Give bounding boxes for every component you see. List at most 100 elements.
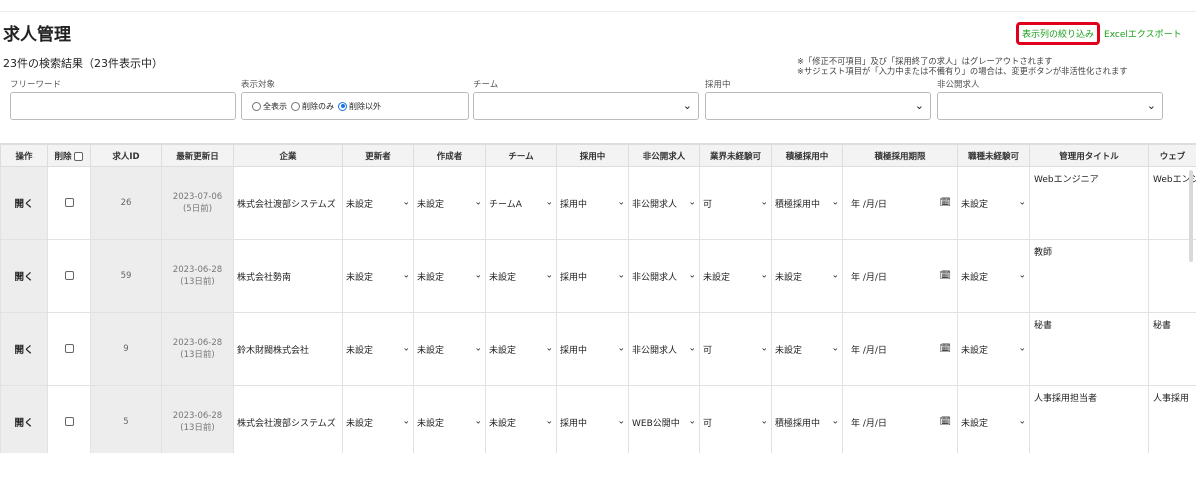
note-line: ※「修正不可項目」及び「採用終了の求人」はグレーアウトされます [797,56,1053,66]
team-cell-select[interactable]: チームA ⌄ [485,166,557,240]
radio-circle-icon [291,101,300,111]
delete-checkbox[interactable] [64,198,74,207]
private-cell-select[interactable]: 非公開求人 ⌄ [628,239,700,313]
team-label: チーム [473,80,499,90]
chevron-down-icon: ⌄ [402,416,410,427]
mgmt-title[interactable]: 人事採用担当者 [1029,385,1149,453]
top-divider [0,11,1196,12]
updater-select[interactable]: 未設定 ⌄ [342,239,414,313]
active-cell-select[interactable]: 積極採用中 ⌄ [771,166,843,240]
job-cell-select[interactable]: 未設定 ⌄ [957,385,1030,453]
open-button[interactable]: 開く [0,312,48,386]
radio-all[interactable]: 全表示 [252,101,287,112]
deadline-date-input[interactable]: 年 /月/日 🗓 [842,239,958,313]
industry-cell-select[interactable]: 未設定 ⌄ [699,239,772,313]
delete-cell [47,239,91,313]
active-cell-select[interactable]: 未設定 ⌄ [771,312,843,386]
note-line: ※サジェスト項目が「入力中または不備有り」の場合は、変更ボタンが非活性化されます [797,66,1128,76]
chevron-down-icon: ⌄ [760,197,768,208]
web-title[interactable]: 秘書 [1148,312,1196,386]
open-button[interactable]: 開く [0,239,48,313]
radio-exclude-deleted[interactable]: 削除以外 [338,101,381,112]
col-header: 求人ID [90,144,162,167]
delete-checkbox[interactable] [64,271,74,280]
mgmt-title[interactable]: 秘書 [1029,312,1149,386]
chevron-down-icon: ⌄ [474,197,482,208]
freeword-input[interactable] [10,92,236,120]
team-cell-select[interactable]: 未設定 ⌄ [485,239,557,313]
table-row: 開く 5 2023-06-28 (13日前) 株式会社渡部システムズ 未設定 ⌄ 未… [0,385,1196,453]
hiring-select[interactable]: ⌄ [705,92,931,120]
excel-export-link[interactable]: Excelエクスポート [1104,27,1182,40]
team-cell-select[interactable]: 未設定 ⌄ [485,385,557,453]
job-id: 26 [90,166,162,240]
private-cell-select[interactable]: 非公開求人 ⌄ [628,312,700,386]
col-header: 管理用タイトル [1029,144,1149,167]
private-select[interactable]: ⌄ [937,92,1163,120]
chevron-down-icon: ⌄ [831,270,839,281]
hiring-cell-select[interactable]: 採用中 ⌄ [556,312,629,386]
job-cell-select[interactable]: 未設定 ⌄ [957,166,1030,240]
calendar-icon: 🗓 [939,344,951,354]
calendar-icon: 🗓 [939,198,951,208]
creator-select[interactable]: 未設定 ⌄ [413,385,486,453]
job-cell-select[interactable]: 未設定 ⌄ [957,239,1030,313]
industry-cell-select[interactable]: 可 ⌄ [699,385,772,453]
industry-cell-select[interactable]: 可 ⌄ [699,312,772,386]
col-header: 非公開求人 [628,144,700,167]
active-cell-select[interactable]: 積極採用中 ⌄ [771,385,843,453]
col-header: チーム [485,144,557,167]
updater-select[interactable]: 未設定 ⌄ [342,166,414,240]
deadline-date-input[interactable]: 年 /月/日 🗓 [842,385,958,453]
mgmt-title[interactable]: 教師 [1029,239,1149,313]
delete-checkbox[interactable] [64,417,74,426]
filter-columns-link[interactable]: 表示列の絞り込み [1016,22,1101,45]
calendar-icon: 🗓 [939,271,951,281]
table-header-row: 操作 削除 求人ID 最新更新日 企業 更新者 作成者 チーム 採用中 非公開求… [0,144,1196,167]
updater-select[interactable]: 未設定 ⌄ [342,312,414,386]
hiring-cell-select[interactable]: 採用中 ⌄ [556,166,629,240]
open-button[interactable]: 開く [0,385,48,453]
delete-cell [47,166,91,240]
active-cell-select[interactable]: 未設定 ⌄ [771,239,843,313]
deadline-date-input[interactable]: 年 /月/日 🗓 [842,312,958,386]
hiring-cell-select[interactable]: 採用中 ⌄ [556,385,629,453]
col-header: 採用中 [556,144,629,167]
industry-cell-select[interactable]: 可 ⌄ [699,166,772,240]
delete-cell [47,385,91,453]
mgmt-title[interactable]: Webエンジニア [1029,166,1149,240]
updated-date: 2023-06-28 (13日前) [161,385,234,453]
deadline-date-input[interactable]: 年 /月/日 🗓 [842,166,958,240]
delete-checkbox[interactable] [64,344,74,353]
job-cell-select[interactable]: 未設定 ⌄ [957,312,1030,386]
chevron-down-icon: ⌄ [545,197,553,208]
job-id: 59 [90,239,162,313]
team-cell-select[interactable]: 未設定 ⌄ [485,312,557,386]
chevron-down-icon: ⌄ [545,416,553,427]
select-all-checkbox[interactable] [74,151,84,161]
updater-select[interactable]: 未設定 ⌄ [342,385,414,453]
creator-select[interactable]: 未設定 ⌄ [413,239,486,313]
chevron-down-icon: ⌄ [474,416,482,427]
team-select[interactable]: ⌄ [473,92,699,120]
creator-select[interactable]: 未設定 ⌄ [413,166,486,240]
col-header: 更新者 [342,144,414,167]
creator-select[interactable]: 未設定 ⌄ [413,312,486,386]
col-header: 職種未経験可 [957,144,1030,167]
table-scrollbar[interactable] [1189,170,1193,262]
job-id: 9 [90,312,162,386]
private-cell-select[interactable]: 非公開求人 ⌄ [628,166,700,240]
radio-circle-icon [252,101,261,111]
private-cell-select[interactable]: WEB公開中 ⌄ [628,385,700,453]
chevron-down-icon: ⌄ [688,197,696,208]
chevron-down-icon: ⌄ [1146,99,1156,112]
radio-deleted-only[interactable]: 削除のみ [291,101,334,112]
open-button[interactable]: 開く [0,166,48,240]
chevron-down-icon: ⌄ [831,197,839,208]
table-row: 開く 26 2023-07-06 (5日前) 株式会社渡部システムズ 未設定 ⌄ 未… [0,166,1196,240]
header-links: 表示列の絞り込み Excelエクスポート [1016,22,1182,45]
hiring-cell-select[interactable]: 採用中 ⌄ [556,239,629,313]
web-title[interactable]: 人事採用 [1148,385,1196,453]
chevron-down-icon: ⌄ [545,343,553,354]
chevron-down-icon: ⌄ [402,270,410,281]
